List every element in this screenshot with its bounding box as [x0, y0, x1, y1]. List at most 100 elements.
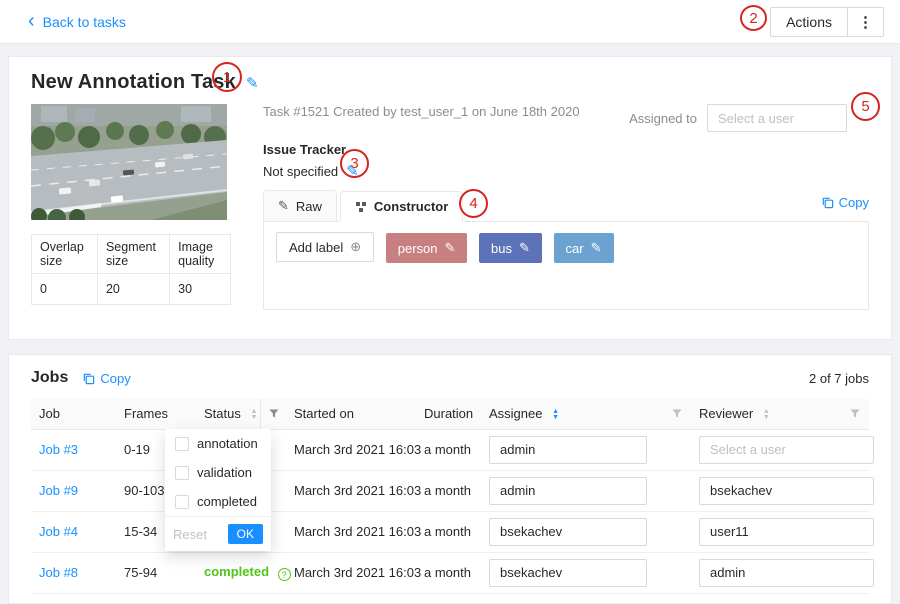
callout-3: 3 — [340, 149, 369, 178]
job-row: Job #9 90-103 March 3rd 2021 16:03 a mon… — [31, 470, 869, 511]
edit-label-icon[interactable]: ✎ — [519, 240, 530, 256]
filter-option-label: validation — [197, 465, 252, 480]
task-meta-text: Task #1521 Created by test_user_1 on Jun… — [263, 104, 580, 119]
add-label-text: Add label — [289, 240, 343, 255]
chevron-left-icon: ‹ — [28, 11, 35, 31]
filter-option-annotation[interactable]: annotation — [165, 429, 271, 458]
started-value: March 3rd 2021 16:03 — [294, 442, 421, 457]
checkbox-completed[interactable] — [175, 495, 189, 509]
duration-value: a month — [424, 524, 471, 539]
labels-tabs-bar: ✎ Raw Constructor — [263, 190, 869, 222]
assignee-sort-button[interactable]: ▲ ▼ — [552, 409, 559, 421]
job-assignee-select[interactable] — [489, 518, 647, 546]
tab-constructor-label: Constructor — [374, 199, 448, 214]
task-right-column: Task #1521 Created by test_user_1 on Jun… — [263, 104, 869, 310]
task-left-column: Overlap size Segment size Image quality … — [31, 104, 231, 310]
started-value: March 3rd 2021 16:03 — [294, 565, 421, 580]
filter-ok-button[interactable]: OK — [228, 524, 263, 544]
back-to-tasks-label: Back to tasks — [43, 14, 126, 30]
assigned-to-label: Assigned to — [629, 111, 697, 126]
job-link[interactable]: Job #8 — [39, 565, 78, 580]
reviewer-filter-button[interactable] — [849, 408, 861, 420]
copy-jobs-label: Copy — [100, 371, 130, 386]
sort-down-icon: ▼ — [552, 415, 559, 421]
filter-funnel-icon — [671, 408, 683, 420]
job-link[interactable]: Job #3 — [39, 442, 78, 457]
checkbox-validation[interactable] — [175, 466, 189, 480]
copy-jobs-link[interactable]: Copy — [82, 371, 130, 386]
frames-value: 90-103 — [124, 483, 164, 498]
job-reviewer-select[interactable] — [699, 559, 874, 587]
job-assignee-select[interactable] — [489, 436, 647, 464]
job-assignee-select[interactable] — [489, 477, 647, 505]
edit-label-icon[interactable]: ✎ — [591, 240, 602, 256]
status-sort-button[interactable]: ▲ ▼ — [250, 409, 257, 421]
plus-circle-icon: ⊕ — [350, 239, 361, 255]
copy-icon — [82, 372, 95, 385]
tab-raw[interactable]: ✎ Raw — [263, 190, 337, 222]
edit-task-name-icon[interactable]: ✎ — [246, 74, 259, 92]
job-reviewer-select[interactable] — [699, 436, 874, 464]
filter-funnel-icon — [268, 408, 280, 420]
started-value: March 3rd 2021 16:03 — [294, 483, 421, 498]
callout-4: 4 — [459, 189, 488, 218]
copy-labels-link[interactable]: Copy — [821, 195, 869, 216]
labels-editor: ✎ Raw Constructor — [263, 190, 869, 310]
reviewer-sort-button[interactable]: ▲ ▼ — [763, 409, 770, 421]
edit-label-icon[interactable]: ✎ — [445, 240, 456, 256]
job-link[interactable]: Job #9 — [39, 483, 78, 498]
jobs-card: Jobs Copy 2 of 7 jobs Job Frames Status … — [8, 354, 892, 604]
job-assignee-select[interactable] — [489, 559, 647, 587]
param-header-segment: Segment size — [97, 235, 169, 274]
job-reviewer-select[interactable] — [699, 477, 874, 505]
jobs-table: Job Frames Status ▲ ▼ Started on Durati — [31, 399, 869, 594]
col-job: Job — [31, 399, 116, 429]
more-menu-button[interactable]: ⋮ — [847, 7, 884, 37]
tab-raw-label: Raw — [296, 199, 322, 214]
job-link[interactable]: Job #4 — [39, 524, 78, 539]
col-reviewer: Reviewer ▲ ▼ — [691, 399, 869, 429]
label-name: bus — [491, 241, 512, 256]
checkbox-annotation[interactable] — [175, 437, 189, 451]
task-title-row: New Annotation Task ✎ — [31, 71, 869, 94]
status-filter-button[interactable] — [260, 399, 286, 429]
job-reviewer-select[interactable] — [699, 518, 874, 546]
filter-footer: Reset OK — [165, 516, 271, 551]
actions-group: Actions ⋮ — [770, 7, 884, 37]
label-chip-car[interactable]: car ✎ — [554, 233, 614, 263]
add-label-button[interactable]: Add label ⊕ — [276, 232, 374, 262]
jobs-title: Jobs — [31, 369, 68, 387]
tab-constructor[interactable]: Constructor — [340, 191, 463, 222]
job-row: Job #8 75-94 completed ? March 3rd 2021 … — [31, 552, 869, 593]
back-to-tasks-link[interactable]: ‹ Back to tasks — [28, 13, 126, 31]
callout-1: 1 — [212, 62, 242, 92]
duration-value: a month — [424, 483, 471, 498]
actions-button[interactable]: Actions — [770, 7, 848, 37]
filter-option-completed[interactable]: completed — [165, 487, 271, 516]
label-name: person — [398, 241, 438, 256]
assignee-filter-button[interactable] — [671, 408, 683, 420]
started-value: March 3rd 2021 16:03 — [294, 524, 421, 539]
col-status: Status ▲ ▼ — [196, 399, 286, 429]
task-page: { "icons": { "back": "‹", "edit": "✎", "… — [0, 0, 900, 590]
task-assignee-select[interactable] — [707, 104, 847, 132]
label-chip-bus[interactable]: bus ✎ — [479, 233, 542, 263]
frames-value: 15-34 — [124, 524, 157, 539]
param-header-quality: Image quality — [170, 235, 231, 274]
col-duration: Duration — [416, 399, 481, 429]
label-chip-person[interactable]: person ✎ — [386, 233, 468, 263]
duration-value: a month — [424, 565, 471, 580]
task-params-table: Overlap size Segment size Image quality … — [31, 234, 231, 305]
ellipsis-icon: ⋮ — [858, 14, 873, 31]
sort-down-icon: ▼ — [250, 415, 257, 421]
label-name: car — [566, 241, 584, 256]
task-preview-image — [31, 104, 227, 220]
filter-option-validation[interactable]: validation — [165, 458, 271, 487]
filter-option-label: annotation — [197, 436, 258, 451]
col-frames: Frames — [116, 399, 196, 429]
param-value-overlap: 0 — [32, 274, 98, 305]
filter-reset-button[interactable]: Reset — [173, 527, 207, 542]
question-circle-icon[interactable]: ? — [278, 568, 291, 581]
callout-2: 2 — [740, 5, 767, 31]
col-started-on: Started on — [286, 399, 416, 429]
